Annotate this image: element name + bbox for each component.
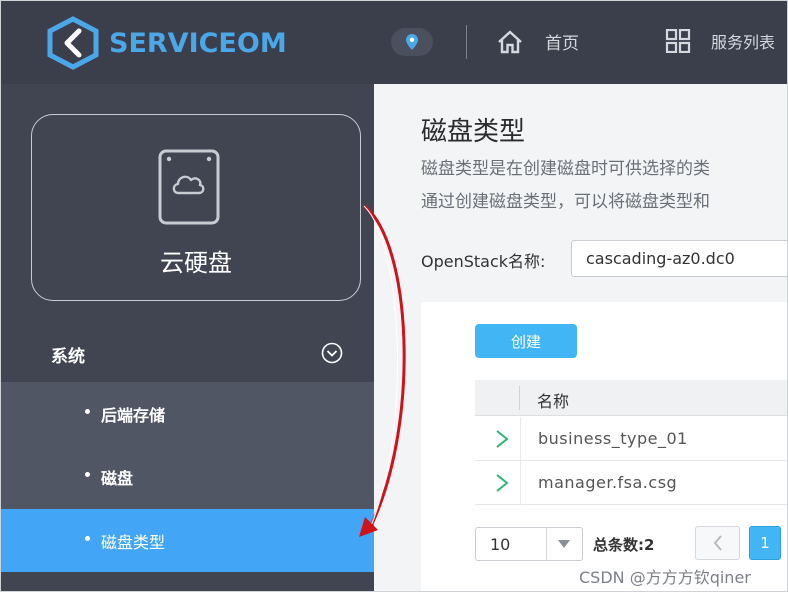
create-button[interactable]: 创建 (475, 324, 577, 358)
sidebar-item-disk[interactable]: 磁盘 (1, 445, 374, 508)
system-section-label: 系统 (51, 347, 85, 367)
page-size-value: 10 (490, 535, 511, 554)
service-list-menu[interactable]: 服务列表 (665, 29, 775, 53)
top-nav-bar: SERVICEOM 首页 服务列表 (1, 1, 787, 84)
system-section-toggle[interactable]: 系统 (1, 324, 374, 382)
main-content: 磁盘类型 磁盘类型是在创建磁盘时可供选择的类 通过创建磁盘类型，可以将磁盘类型和… (374, 84, 787, 591)
logo[interactable]: SERVICEOM (45, 16, 287, 70)
home-link[interactable]: 首页 (497, 29, 579, 54)
home-label: 首页 (545, 34, 579, 54)
prev-page-button[interactable] (695, 526, 740, 560)
system-submenu: 后端存储 磁盘 磁盘类型 (1, 382, 374, 572)
bullet-icon (85, 472, 90, 477)
page-description: 磁盘类型是在创建磁盘时可供选择的类 (421, 159, 710, 179)
logo-text: SERVICEOM (109, 27, 287, 59)
chevron-down-circle-icon (321, 342, 343, 364)
select-divider (546, 528, 547, 560)
expand-chevron-icon[interactable] (495, 429, 509, 449)
openstack-name-label: OpenStack名称: (421, 252, 546, 271)
services-label: 服务列表 (711, 33, 776, 52)
sidebar-item-label: 磁盘类型 (101, 533, 166, 552)
sidebar-item-label: 磁盘 (101, 469, 134, 488)
caret-down-icon (558, 540, 570, 548)
expand-chevron-icon[interactable] (495, 473, 509, 493)
table-header: 名称 (475, 380, 787, 416)
column-divider (519, 386, 520, 410)
grid-icon (665, 29, 691, 53)
sidebar-item-label: 后端存储 (101, 406, 166, 425)
home-icon (498, 29, 522, 53)
region-button[interactable] (391, 28, 433, 56)
disk-type-name[interactable]: business_type_01 (538, 429, 688, 448)
sidebar: 云硬盘 系统 后端存储 磁盘 磁盘类型 (1, 84, 374, 591)
total-count: 总条数:2 (593, 536, 655, 554)
bullet-icon (85, 409, 90, 414)
table-row[interactable]: manager.fsa.csg (475, 461, 787, 505)
logo-mark-icon (47, 16, 99, 70)
page-title: 磁盘类型 (421, 117, 526, 147)
table-row[interactable]: business_type_01 (475, 417, 787, 461)
column-divider (520, 461, 521, 505)
openstack-name-value: cascading-az0.dc0 (586, 249, 735, 268)
openstack-name-select[interactable]: cascading-az0.dc0 (571, 240, 787, 277)
sidebar-item-backend-storage[interactable]: 后端存储 (1, 382, 374, 445)
app-window: SERVICEOM 首页 服务列表 云硬盘 系统 后端存储 磁盘 磁盘类型 磁盘… (0, 0, 788, 592)
chevron-left-icon (713, 535, 722, 551)
sidebar-item-disk-type[interactable]: 磁盘类型 (1, 509, 374, 572)
sidebar-footer (1, 572, 374, 591)
page-size-select[interactable]: 10 (475, 527, 583, 561)
bullet-icon (85, 536, 90, 541)
disk-type-name[interactable]: manager.fsa.csg (538, 473, 677, 492)
page-description: 通过创建磁盘类型，可以将磁盘类型和 (421, 192, 710, 212)
disk-type-panel: 创建 名称 business_type_01 manager.fsa.csg 1… (421, 302, 787, 591)
cloud-disk-label: 云硬盘 (160, 249, 232, 277)
cloud-disk-card[interactable]: 云硬盘 (31, 114, 361, 301)
column-divider (520, 417, 521, 461)
page-number-button[interactable]: 1 (749, 526, 781, 560)
watermark: CSDN @方方方钦qiner (579, 568, 751, 587)
nav-divider (466, 25, 467, 59)
column-header-name[interactable]: 名称 (537, 388, 569, 412)
map-pin-icon (406, 34, 418, 50)
cloud-disk-icon (158, 149, 220, 225)
